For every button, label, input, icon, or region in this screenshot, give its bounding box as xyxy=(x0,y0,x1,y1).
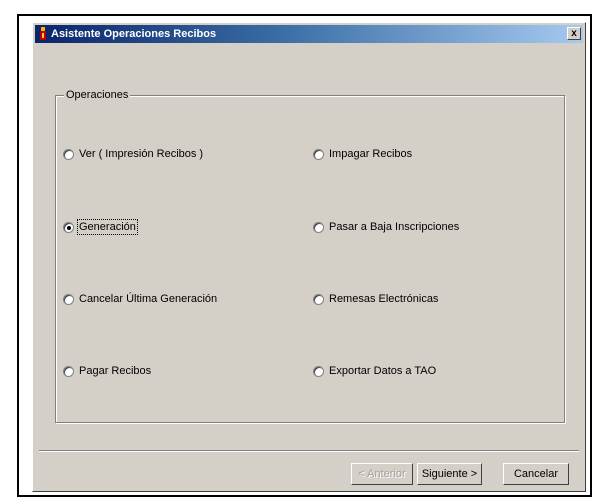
close-icon: x xyxy=(571,28,577,39)
radio-button[interactable] xyxy=(313,365,324,377)
radio-label: Pagar Recibos xyxy=(79,365,152,377)
app-icon xyxy=(40,27,46,40)
radio-option-pagar[interactable]: Pagar Recibos xyxy=(63,365,151,377)
radio-label: Ver ( Impresión Recibos ) xyxy=(79,148,204,160)
close-button[interactable]: x xyxy=(567,27,581,40)
title-bar[interactable]: Asistente Operaciones Recibos x xyxy=(35,25,583,43)
radio-label: Generación xyxy=(77,219,138,235)
radio-option-pasar-baja[interactable]: Pasar a Baja Inscripciones xyxy=(313,221,459,233)
window-title: Asistente Operaciones Recibos xyxy=(51,28,217,40)
radio-button[interactable] xyxy=(63,148,74,160)
radio-label: Pasar a Baja Inscripciones xyxy=(329,221,460,233)
radio-option-exportar[interactable]: Exportar Datos a TAO xyxy=(313,365,436,377)
wizard-dialog: Asistente Operaciones Recibos x Operacio… xyxy=(32,22,586,492)
radio-label: Exportar Datos a TAO xyxy=(329,365,437,377)
radio-button[interactable] xyxy=(63,293,74,305)
radio-button[interactable] xyxy=(313,221,324,233)
radio-option-impagar[interactable]: Impagar Recibos xyxy=(313,148,412,160)
radio-option-generacion[interactable]: Generación xyxy=(63,219,138,235)
radio-option-cancelar-ultima[interactable]: Cancelar Última Generación xyxy=(63,293,217,305)
radio-selected-dot xyxy=(67,225,71,230)
radio-button[interactable] xyxy=(63,365,74,377)
next-button[interactable]: Siguiente > xyxy=(417,463,482,485)
radio-option-ver[interactable]: Ver ( Impresión Recibos ) xyxy=(63,148,203,160)
radio-label: Remesas Electrónicas xyxy=(329,293,439,305)
radio-option-remesas[interactable]: Remesas Electrónicas xyxy=(313,293,438,305)
back-button[interactable]: < Anterior xyxy=(351,463,413,485)
button-separator xyxy=(39,450,579,452)
groupbox-label: Operaciones xyxy=(64,89,131,102)
radio-button[interactable] xyxy=(63,221,74,233)
cancel-button[interactable]: Cancelar xyxy=(503,463,569,485)
radio-label: Cancelar Última Generación xyxy=(79,293,218,305)
radio-label: Impagar Recibos xyxy=(329,148,413,160)
radio-button[interactable] xyxy=(313,148,324,160)
radio-button[interactable] xyxy=(313,293,324,305)
